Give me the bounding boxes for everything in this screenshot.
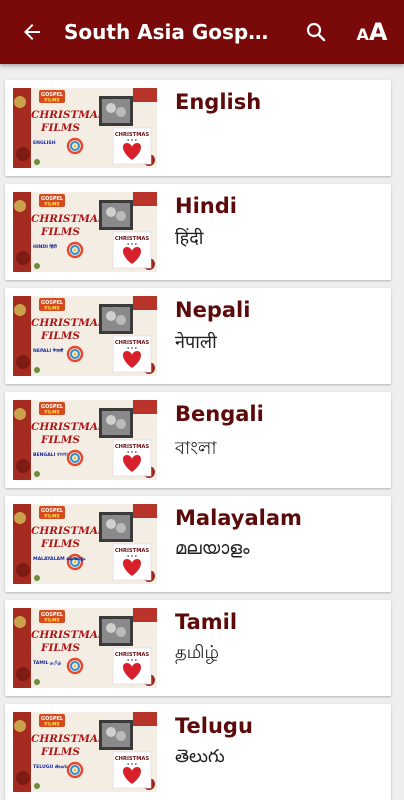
svg-text:FILMS: FILMS bbox=[40, 434, 80, 446]
svg-text:★ ★ ★: ★ ★ ★ bbox=[127, 658, 138, 662]
svg-text:FILMS: FILMS bbox=[40, 746, 80, 758]
svg-text:★ ★ ★: ★ ★ ★ bbox=[127, 242, 138, 246]
svg-text:FILMS: FILMS bbox=[40, 642, 80, 654]
svg-text:FILMS: FILMS bbox=[44, 410, 59, 416]
svg-text:FILMS: FILMS bbox=[44, 202, 59, 208]
language-name: English bbox=[175, 90, 262, 114]
thumbnail: GOSPEL FILMS CHRISTMAS FILMS ENGLISH CHR… bbox=[13, 88, 157, 168]
svg-text:BENGALI বাংলা: BENGALI বাংলা bbox=[33, 452, 68, 458]
svg-text:CHRISTMAS: CHRISTMAS bbox=[31, 525, 106, 537]
language-name: Malayalam bbox=[175, 506, 302, 530]
svg-text:FILMS: FILMS bbox=[44, 514, 59, 520]
language-card-telugu[interactable]: GOSPEL FILMS CHRISTMAS FILMS TELUGU తెలు… bbox=[5, 704, 391, 800]
svg-text:FILMS: FILMS bbox=[40, 538, 80, 550]
language-list: GOSPEL FILMS CHRISTMAS FILMS ENGLISH CHR… bbox=[0, 64, 404, 800]
svg-text:★ ★ ★: ★ ★ ★ bbox=[127, 762, 138, 766]
font-size-button[interactable]: AA bbox=[348, 8, 396, 56]
svg-text:★ ★ ★: ★ ★ ★ bbox=[127, 138, 138, 142]
svg-text:GOSPEL: GOSPEL bbox=[41, 196, 64, 202]
language-card-malayalam[interactable]: GOSPEL FILMS CHRISTMAS FILMS MALAYALAM മ… bbox=[5, 496, 391, 592]
app-bar: South Asia Gospel Films AA bbox=[0, 0, 404, 64]
thumbnail: GOSPEL FILMS CHRISTMAS FILMS NEPALI नेपा… bbox=[13, 296, 157, 376]
thumbnail: GOSPEL FILMS CHRISTMAS FILMS BENGALI বাং… bbox=[13, 400, 157, 480]
svg-text:★ ★ ★: ★ ★ ★ bbox=[127, 554, 138, 558]
svg-text:TAMIL தமிழ்: TAMIL தமிழ் bbox=[33, 660, 62, 666]
svg-text:TELUGU తెలుగు: TELUGU తెలుగు bbox=[33, 764, 68, 770]
language-name: Bengali bbox=[175, 402, 264, 426]
thumbnail: GOSPEL FILMS CHRISTMAS FILMS TELUGU తెలు… bbox=[13, 712, 157, 792]
svg-text:GOSPEL: GOSPEL bbox=[41, 508, 64, 514]
language-card-nepali[interactable]: GOSPEL FILMS CHRISTMAS FILMS NEPALI नेपा… bbox=[5, 288, 391, 384]
svg-text:★ ★ ★: ★ ★ ★ bbox=[127, 450, 138, 454]
native-language-name: हिंदी bbox=[175, 228, 204, 249]
language-card-tamil[interactable]: GOSPEL FILMS CHRISTMAS FILMS TAMIL தமிழ்… bbox=[5, 600, 391, 696]
language-name: Nepali bbox=[175, 298, 251, 322]
svg-text:FILMS: FILMS bbox=[40, 122, 80, 134]
thumbnail-image: GOSPEL FILMS CHRISTMAS FILMS BENGALI বাং… bbox=[13, 400, 157, 480]
svg-text:NEPALI नेपाली: NEPALI नेपाली bbox=[33, 347, 64, 354]
thumbnail-image: GOSPEL FILMS CHRISTMAS FILMS ENGLISH CHR… bbox=[13, 88, 157, 168]
native-language-name: తెలుగు bbox=[175, 746, 225, 767]
svg-text:HINDI हिंदी: HINDI हिंदी bbox=[33, 243, 58, 250]
search-button[interactable] bbox=[292, 8, 340, 56]
svg-text:CHRISTMAS: CHRISTMAS bbox=[31, 421, 106, 433]
svg-text:GOSPEL: GOSPEL bbox=[41, 300, 64, 306]
svg-text:FILMS: FILMS bbox=[40, 330, 80, 342]
svg-text:ENGLISH: ENGLISH bbox=[33, 140, 56, 146]
svg-text:FILMS: FILMS bbox=[44, 618, 59, 624]
language-name: Tamil bbox=[175, 610, 238, 634]
svg-text:CHRISTMAS: CHRISTMAS bbox=[31, 733, 106, 745]
svg-text:GOSPEL: GOSPEL bbox=[41, 92, 64, 98]
search-icon bbox=[306, 22, 326, 42]
arrow-left-icon bbox=[24, 24, 40, 40]
svg-text:CHRISTMAS: CHRISTMAS bbox=[31, 109, 106, 121]
svg-text:FILMS: FILMS bbox=[44, 722, 59, 728]
back-button[interactable] bbox=[0, 0, 64, 64]
svg-text:GOSPEL: GOSPEL bbox=[41, 612, 64, 618]
language-name: Hindi bbox=[175, 194, 237, 218]
svg-text:CHRISTMAS: CHRISTMAS bbox=[31, 629, 106, 641]
thumbnail-image: GOSPEL FILMS CHRISTMAS FILMS MALAYALAM മ… bbox=[13, 504, 157, 584]
page-title: South Asia Gospel Films bbox=[64, 20, 276, 44]
thumbnail-image: GOSPEL FILMS CHRISTMAS FILMS HINDI हिंदी… bbox=[13, 192, 157, 272]
svg-text:FILMS: FILMS bbox=[44, 306, 59, 312]
svg-text:FILMS: FILMS bbox=[44, 98, 59, 104]
svg-text:CHRISTMAS: CHRISTMAS bbox=[31, 213, 106, 225]
language-card-hindi[interactable]: GOSPEL FILMS CHRISTMAS FILMS HINDI हिंदी… bbox=[5, 184, 391, 280]
svg-text:GOSPEL: GOSPEL bbox=[41, 716, 64, 722]
thumbnail: GOSPEL FILMS CHRISTMAS FILMS MALAYALAM മ… bbox=[13, 504, 157, 584]
svg-text:GOSPEL: GOSPEL bbox=[41, 404, 64, 410]
svg-text:FILMS: FILMS bbox=[40, 226, 80, 238]
native-language-name: മലയാളം bbox=[175, 538, 250, 559]
language-name: Telugu bbox=[175, 714, 253, 738]
thumbnail: GOSPEL FILMS CHRISTMAS FILMS HINDI हिंदी… bbox=[13, 192, 157, 272]
language-card-bengali[interactable]: GOSPEL FILMS CHRISTMAS FILMS BENGALI বাং… bbox=[5, 392, 391, 488]
thumbnail-image: GOSPEL FILMS CHRISTMAS FILMS NEPALI नेपा… bbox=[13, 296, 157, 376]
svg-text:★ ★ ★: ★ ★ ★ bbox=[127, 346, 138, 350]
thumbnail: GOSPEL FILMS CHRISTMAS FILMS TAMIL தமிழ்… bbox=[13, 608, 157, 688]
native-language-name: বাংলা bbox=[175, 438, 217, 459]
thumbnail-image: GOSPEL FILMS CHRISTMAS FILMS TELUGU తెలు… bbox=[13, 712, 157, 792]
native-language-name: नेपाली bbox=[175, 332, 217, 353]
svg-text:CHRISTMAS: CHRISTMAS bbox=[31, 317, 106, 329]
svg-text:MALAYALAM മലയാളം: MALAYALAM മലയാളം bbox=[33, 556, 86, 562]
font-size-icon: AA bbox=[356, 18, 388, 46]
language-card-english[interactable]: GOSPEL FILMS CHRISTMAS FILMS ENGLISH CHR… bbox=[5, 80, 391, 176]
thumbnail-image: GOSPEL FILMS CHRISTMAS FILMS TAMIL தமிழ்… bbox=[13, 608, 157, 688]
native-language-name: தமிழ் bbox=[175, 642, 219, 663]
